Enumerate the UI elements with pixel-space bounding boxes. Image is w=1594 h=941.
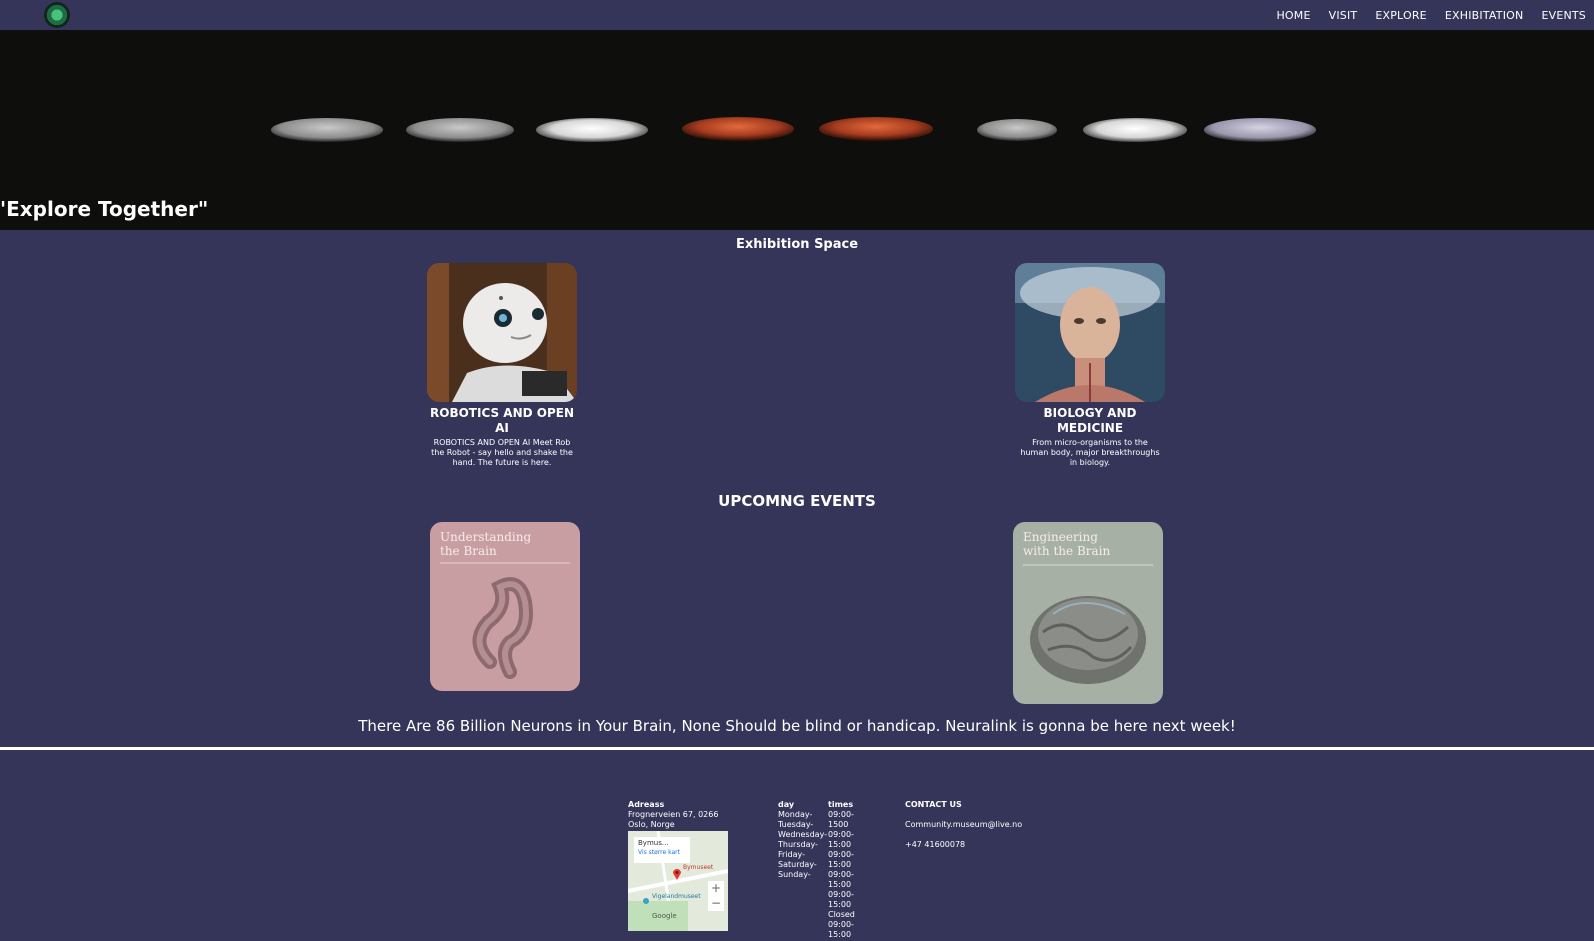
robot-image[interactable] [427, 263, 577, 402]
nav-explore-link[interactable]: EXPLORE [1375, 9, 1427, 22]
time-value: 15:00 [828, 860, 852, 869]
google-logo: Google [652, 912, 677, 920]
time-value: 15:00 [828, 930, 852, 939]
biology-card[interactable]: BIOLOGY AND MEDICINE From micro-organism… [1015, 263, 1165, 468]
moon-phase-3 [536, 118, 648, 142]
time-value: 09:00- [828, 890, 854, 899]
day-label: Monday- [778, 810, 813, 819]
day-label: Tuesday- [778, 820, 814, 829]
day-label: Wednesday- [778, 830, 828, 839]
embedded-map[interactable]: Bymus... Vis større kart Bymuseet Vigela… [628, 831, 728, 931]
zoom-out-button[interactable]: − [708, 896, 724, 911]
map-info-box: Bymus... Vis større kart [634, 837, 690, 863]
address-line: Oslo, Norge [628, 820, 675, 829]
time-value: 09:00- [828, 850, 854, 859]
exhibition-title: Exhibition Space [735, 237, 859, 252]
top-nav: HOME VISIT EXPLORE EXHIBITATION EVENTS [0, 0, 1594, 30]
nav-events-link[interactable]: EVENTS [1541, 9, 1586, 22]
times-heading: times [828, 800, 854, 809]
nav-links: HOME VISIT EXPLORE EXHIBITATION EVENTS [1258, 0, 1586, 30]
map-nearby-label: Vigelandmuseet [652, 893, 701, 900]
map-zoom-controls: + − [708, 881, 724, 911]
time-value: 09:00- [828, 810, 854, 819]
larger-map-link[interactable]: Vis større kart [638, 848, 686, 857]
lunar-eclipse-image [271, 117, 1316, 142]
time-value: 09:00- [828, 870, 854, 879]
anatomy-image[interactable] [1015, 263, 1165, 402]
hours-times-column: times 09:00- 1500 09:00- 15:00 09:00- 15… [828, 800, 855, 940]
event-understanding-brain-image[interactable]: Understanding the Brain [430, 522, 580, 691]
address-heading: Adreass [628, 800, 665, 809]
brain-illustration [1023, 564, 1153, 684]
day-label: Friday- [778, 850, 805, 859]
moon-phase-2 [406, 118, 514, 142]
moon-phase-8 [1204, 118, 1316, 142]
address-line: Frognerveien 67, 0266 [628, 810, 719, 819]
moon-phase-4 [682, 117, 794, 141]
card-description: From micro-organisms to the human body, … [1020, 438, 1160, 467]
card-title: BIOLOGY AND MEDICINE [1043, 406, 1137, 435]
moon-phase-1 [271, 118, 383, 142]
time-value: 15:00 [828, 880, 852, 889]
moon-phase-6 [977, 119, 1057, 141]
moon-phase-5 [819, 117, 933, 141]
moon-phase-7 [1083, 118, 1187, 142]
time-value: 15:00 [828, 840, 852, 849]
neuron-illustration [440, 562, 570, 679]
hero-banner: 'Explore Together" [0, 30, 1594, 230]
events-title: UPCOMNG EVENTS [718, 492, 876, 510]
hours-days-column: day Monday- Tuesday- Wednesday- Thursday… [778, 800, 827, 880]
time-value: 1500 [828, 820, 849, 829]
day-heading: day [778, 800, 795, 809]
map-pin-label: Bymuseet [683, 864, 714, 871]
event-engineering-brain-image[interactable]: Engineering with the Brain [1013, 522, 1163, 704]
globe-logo-icon[interactable] [44, 2, 70, 28]
card-title: ROBOTICS AND OPEN AI [430, 406, 574, 435]
card-description: ROBOTICS AND OPEN AI Meet Rob the Robot … [431, 438, 573, 467]
day-label: Saturday- [778, 860, 817, 869]
contact-phone[interactable]: +47 41600078 [905, 840, 1022, 850]
nav-visit-link[interactable]: VISIT [1329, 9, 1358, 22]
neuralink-banner: There Are 86 Billion Neurons in Your Bra… [358, 717, 1236, 735]
time-value: 15:00 [828, 900, 852, 909]
nav-exhibitation-link[interactable]: EXHIBITATION [1445, 9, 1524, 22]
day-label: Sunday- [778, 870, 811, 879]
divider [0, 747, 1594, 750]
day-label: Thursday- [778, 840, 818, 849]
nav-home-link[interactable]: HOME [1276, 9, 1310, 22]
map-place-label: Bymus... [638, 839, 669, 847]
contact-email[interactable]: Community.museum@live.no [905, 820, 1022, 830]
hero-tagline: 'Explore Together" [0, 197, 209, 221]
time-value: 09:00- [828, 830, 854, 839]
robotics-card[interactable]: ROBOTICS AND OPEN AI ROBOTICS AND OPEN A… [427, 263, 577, 468]
time-value: Closed [828, 910, 855, 919]
address-block: Adreass Frognerveien 67, 0266 Oslo, Norg… [628, 800, 718, 830]
time-value: 09:00- [828, 920, 854, 929]
zoom-in-button[interactable]: + [708, 881, 724, 896]
contact-heading: CONTACT US [905, 800, 962, 809]
map-pin-icon [672, 865, 682, 880]
contact-block: CONTACT US Community.museum@live.no +47 … [905, 800, 1022, 850]
